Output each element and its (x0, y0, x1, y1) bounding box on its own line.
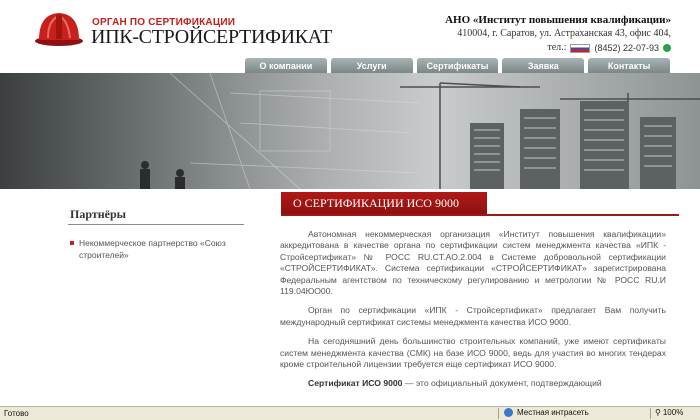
paragraph: Автономная некоммерческая организация «И… (280, 229, 666, 297)
hard-hat-logo-icon (35, 13, 83, 46)
nav-about[interactable]: О компании (245, 58, 327, 73)
main-nav: О компании Услуги Сертификаты Заявка Кон… (245, 58, 670, 73)
skype-icon[interactable] (663, 44, 671, 52)
hero-banner (0, 73, 700, 189)
paragraph: На сегодняшний день большинство строител… (280, 336, 666, 370)
main-content: Автономная некоммерческая организация «И… (280, 229, 666, 398)
paragraph: Сертификат ИСО 9000 — это официальный до… (280, 378, 666, 389)
status-text: Готово (4, 409, 29, 418)
statusbar-divider (650, 408, 651, 419)
security-zone[interactable]: Местная интрасеть (504, 408, 589, 417)
zoom-level: 100% (662, 408, 684, 417)
nav-certificates[interactable]: Сертификаты (416, 58, 499, 73)
partners-divider (68, 224, 244, 225)
bold-term: Сертификат ИСО 9000 (308, 378, 403, 389)
page-title: О СЕРТИФИКАЦИИ ИСО 9000 (281, 192, 487, 214)
intranet-globe-icon (504, 408, 513, 417)
nav-application[interactable]: Заявка (502, 58, 585, 73)
phone-number: (8452) 22-07-93 (594, 43, 659, 53)
zone-label: Местная интрасеть (517, 408, 589, 417)
phone-row: тел.: (8452) 22-07-93 (547, 41, 671, 55)
zoom-control[interactable]: ⚲ 100% (655, 408, 683, 417)
magnifier-icon: ⚲ (655, 408, 661, 417)
nav-contacts[interactable]: Контакты (588, 58, 670, 73)
site-header: ОРГАН ПО СЕРТИФИКАЦИИ ИПК-СТРОЙСЕРТИФИКА… (0, 0, 700, 60)
nav-services[interactable]: Услуги (330, 58, 413, 73)
partners-title: Партнёры (70, 207, 127, 221)
russia-flag-icon (570, 43, 591, 53)
partner-link-builders-union[interactable]: Некоммерческое партнерство «Союз строите… (70, 237, 250, 261)
construction-banner-image (140, 73, 700, 189)
contact-block: АНО «Институт повышения квалификации» 41… (445, 13, 671, 55)
browser-statusbar: Готово Местная интрасеть ⚲ 100% (0, 406, 700, 420)
org-name[interactable]: ИПК-СТРОЙСЕРТИФИКАТ (91, 26, 332, 49)
paragraph-text: — это официальный документ, подтверждающ… (402, 378, 602, 389)
institute-name: АНО «Институт повышения квалификации» (445, 14, 671, 26)
title-divider (281, 214, 679, 216)
statusbar-divider (498, 408, 499, 419)
phone-prefix: тел.: (547, 42, 567, 53)
paragraph: Орган по сертификации «ИПК - Стройсертиф… (280, 305, 666, 327)
address: 410004, г. Саратов, ул. Астраханская 43,… (457, 28, 671, 39)
